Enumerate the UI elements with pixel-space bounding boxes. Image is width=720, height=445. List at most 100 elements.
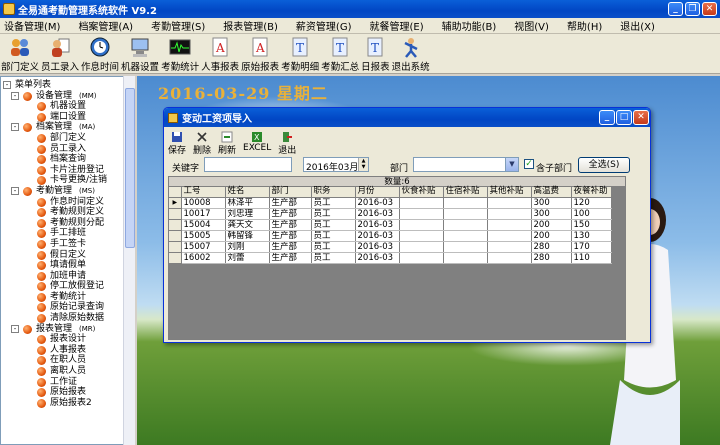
tree-item[interactable]: 考勤规则分配 — [1, 218, 134, 229]
toolbar-button[interactable]: 作息时间 — [81, 34, 119, 73]
tree-item[interactable]: 原始报表 — [1, 387, 134, 398]
table-cell[interactable] — [399, 197, 444, 209]
table-row[interactable]: 15005 韩留锋 生产部 员工 2016-03 200 130 — [169, 230, 612, 242]
tree-item[interactable]: 原始报表2 — [1, 398, 134, 409]
table-cell[interactable]: 300 — [531, 208, 572, 220]
tree-item[interactable]: 考勤统计 — [1, 292, 134, 303]
table-row[interactable]: 16002 刘蕾 生产部 员工 2016-03 280 110 — [169, 252, 612, 264]
table-cell[interactable] — [399, 219, 444, 231]
table-cell[interactable]: 生产部 — [269, 208, 312, 220]
dialog-tool-button[interactable]: 刷新 — [218, 130, 236, 156]
table-cell[interactable]: 170 — [571, 241, 612, 253]
tree-item[interactable]: 报表设计 — [1, 334, 134, 345]
table-cell[interactable] — [443, 252, 488, 264]
toolbar-button[interactable]: 考勤统计 — [161, 34, 199, 73]
toolbar-button[interactable]: T 考勤汇总 — [321, 34, 359, 73]
table-cell[interactable]: 生产部 — [269, 252, 312, 264]
table-cell[interactable] — [487, 219, 532, 231]
table-cell[interactable] — [443, 241, 488, 253]
tree-item[interactable]: 假日定义 — [1, 250, 134, 261]
table-cell[interactable]: 130 — [571, 230, 612, 242]
column-header[interactable]: 其他补贴 — [487, 187, 532, 198]
table-cell[interactable]: 2016-03 — [355, 252, 400, 264]
toolbar-button[interactable]: 员工录入 — [41, 34, 79, 73]
collapse-icon[interactable]: - — [11, 91, 19, 100]
tree-item[interactable]: 加班申请 — [1, 271, 134, 282]
toolbar-button[interactable]: T 日报表 — [361, 34, 390, 73]
table-cell[interactable]: 15007 — [181, 241, 226, 253]
table-cell[interactable]: 员工 — [311, 252, 356, 264]
table-cell[interactable]: 100 — [571, 208, 612, 220]
tree-item[interactable]: 端口设置 — [1, 112, 134, 123]
table-cell[interactable]: 员工 — [311, 230, 356, 242]
month-spinner[interactable]: ▲ ▼ — [358, 158, 368, 171]
table-cell[interactable]: 刘忠理 — [225, 208, 270, 220]
toolbar-button[interactable]: T 考勤明细 — [281, 34, 319, 73]
collapse-icon[interactable]: - — [11, 324, 19, 333]
dialog-minimize-button[interactable]: _ — [599, 110, 615, 125]
table-cell[interactable] — [399, 241, 444, 253]
row-indicator[interactable] — [169, 208, 182, 220]
table-cell[interactable] — [443, 219, 488, 231]
restore-button[interactable]: ❐ — [685, 2, 700, 16]
table-row[interactable]: 15007 刘刚 生产部 员工 2016-03 280 170 — [169, 241, 612, 253]
table-cell[interactable] — [487, 252, 532, 264]
menu-item[interactable]: 就餐管理(E) — [365, 18, 423, 33]
tree-item[interactable]: 工作证 — [1, 377, 134, 388]
tree-item[interactable]: 清除原始数据 — [1, 313, 134, 324]
menu-item[interactable]: 薪资管理(G) — [292, 18, 352, 33]
table-cell[interactable]: 韩留锋 — [225, 230, 270, 242]
column-header[interactable]: 月份 — [355, 187, 400, 198]
select-all-button[interactable]: 全选(S) — [578, 157, 630, 173]
table-cell[interactable]: 生产部 — [269, 241, 312, 253]
tree-item[interactable]: 手工签卡 — [1, 239, 134, 250]
tree-item[interactable]: 手工排班 — [1, 228, 134, 239]
table-cell[interactable] — [443, 230, 488, 242]
menu-item[interactable]: 档案管理(A) — [74, 18, 133, 33]
toolbar-button[interactable]: A 人事报表 — [201, 34, 239, 73]
table-cell[interactable]: 刘蕾 — [225, 252, 270, 264]
table-cell[interactable]: 员工 — [311, 241, 356, 253]
tree-item[interactable]: 部门定义 — [1, 133, 134, 144]
dialog-tool-button[interactable]: X EXCEL — [243, 130, 271, 156]
row-indicator[interactable] — [169, 241, 182, 253]
tree-item[interactable]: 考勤规则定义 — [1, 207, 134, 218]
tree-item[interactable]: 卡片注册登记 — [1, 165, 134, 176]
table-cell[interactable] — [487, 208, 532, 220]
column-header[interactable]: 伙食补贴 — [399, 187, 444, 198]
collapse-icon[interactable]: - — [11, 123, 19, 132]
column-header[interactable]: 夜餐补助 — [571, 187, 612, 198]
table-cell[interactable] — [487, 230, 532, 242]
collapse-icon[interactable]: - — [3, 81, 11, 89]
close-button[interactable]: ✕ — [702, 2, 717, 16]
table-cell[interactable]: 280 — [531, 241, 572, 253]
tree-item[interactable]: 机器设置 — [1, 101, 134, 112]
table-cell[interactable]: 刘刚 — [225, 241, 270, 253]
menu-item[interactable]: 帮助(H) — [563, 18, 602, 33]
tree-item[interactable]: 人事报表 — [1, 345, 134, 356]
table-cell[interactable]: 150 — [571, 219, 612, 231]
table-cell[interactable]: 员工 — [311, 208, 356, 220]
tree-item[interactable]: 填请假单 — [1, 260, 134, 271]
table-cell[interactable] — [487, 241, 532, 253]
toolbar-button[interactable]: 部门定义 — [1, 34, 39, 73]
table-cell[interactable]: 120 — [571, 197, 612, 209]
table-cell[interactable]: 2016-03 — [355, 208, 400, 220]
table-cell[interactable] — [443, 197, 488, 209]
table-cell[interactable]: 生产部 — [269, 230, 312, 242]
dialog-maximize-button[interactable]: □ — [616, 110, 632, 125]
dialog-close-button[interactable]: ✕ — [633, 110, 649, 125]
dialog-tool-button[interactable]: 退出 — [278, 130, 296, 156]
tree-group[interactable]: - 考勤管理 (MS) — [1, 186, 134, 197]
row-indicator[interactable]: ▶ — [169, 197, 182, 209]
tree-group[interactable]: - 设备管理 (MM) — [1, 91, 134, 102]
table-cell[interactable] — [399, 252, 444, 264]
column-header[interactable]: 职务 — [311, 187, 356, 198]
dept-select[interactable]: ▼ — [413, 157, 519, 172]
tree-scrollbar-thumb[interactable] — [125, 88, 135, 248]
table-cell[interactable]: 15005 — [181, 230, 226, 242]
toolbar-button[interactable]: 退出系统 — [392, 34, 430, 73]
column-header[interactable]: 住宿补贴 — [443, 187, 488, 198]
table-cell[interactable]: 200 — [531, 230, 572, 242]
row-indicator[interactable] — [169, 252, 182, 264]
